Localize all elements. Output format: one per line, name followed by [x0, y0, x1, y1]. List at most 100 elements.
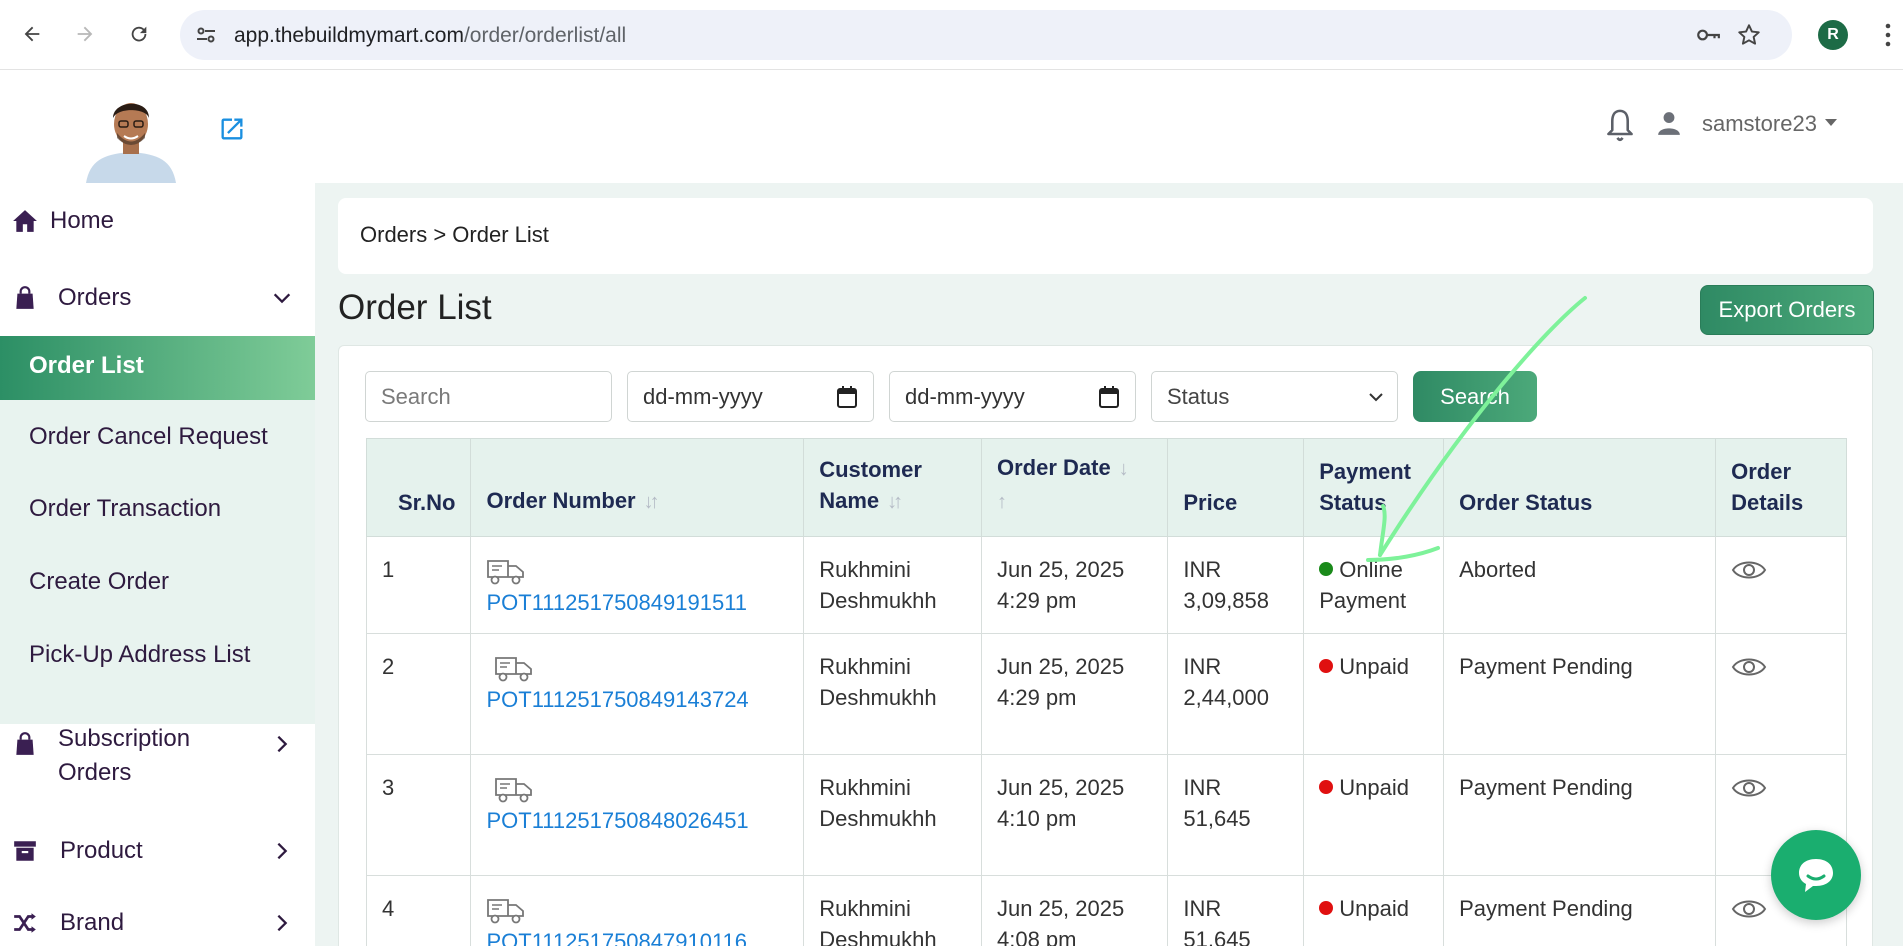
order-number-link[interactable]: POT111251750847910116	[486, 929, 747, 946]
search-input[interactable]: Search	[365, 371, 612, 422]
column-header-label: Order	[1731, 459, 1792, 484]
cell-customer-name: Rukhmini Deshmukhh	[803, 754, 982, 876]
payment-status-label: Online	[1339, 557, 1403, 582]
username-label: samstore23	[1702, 111, 1817, 136]
sidebar-item-subscription-orders[interactable]: Subscription Orders	[0, 721, 315, 791]
sidebar-item-label: Orders	[58, 759, 132, 786]
sort-icon[interactable]: ↓↑	[887, 487, 903, 518]
eye-icon[interactable]	[1731, 653, 1767, 681]
user-menu[interactable]: samstore23	[1702, 111, 1837, 137]
password-key-icon[interactable]	[1695, 22, 1721, 48]
eye-icon[interactable]	[1731, 774, 1767, 802]
chat-button[interactable]	[1771, 830, 1861, 920]
cell-sr: 4	[365, 875, 472, 946]
cell-price: INR 3,09,858	[1167, 536, 1305, 634]
breadcrumb: Orders > Order List	[360, 222, 549, 247]
customer-first-name: Rukhmini	[819, 654, 911, 679]
column-header-label: Status	[1319, 490, 1387, 515]
sort-down-icon[interactable]: ↓	[1119, 454, 1129, 485]
customer-last-name: Deshmukhh	[819, 927, 937, 946]
user-icon[interactable]	[1656, 110, 1682, 136]
arrow-right-icon	[77, 26, 93, 42]
search-button[interactable]: Search	[1413, 371, 1537, 422]
cell-order-status: Aborted	[1443, 536, 1717, 634]
url-text[interactable]: app.thebuildmymart.com/order/orderlist/a…	[234, 24, 626, 48]
page-title: Order List	[338, 288, 492, 327]
site-settings-icon[interactable]	[194, 23, 218, 47]
submenu-item-order-cancel-request[interactable]: Order Cancel Request	[29, 423, 268, 451]
back-button[interactable]	[15, 17, 49, 51]
column-header-payment-status: Payment Status	[1303, 438, 1445, 537]
order-time: 4:10 pm	[997, 806, 1077, 831]
reload-button[interactable]	[122, 17, 156, 51]
table-row: 2 POT111251750849143724 Rukhmini Deshmukh…	[365, 633, 1847, 755]
column-header-order-status: Order Status	[1443, 438, 1717, 537]
sidebar-item-orders[interactable]: Orders	[0, 277, 315, 319]
price-currency: INR	[1183, 557, 1222, 582]
open-external-icon[interactable]	[218, 115, 246, 143]
sort-icon[interactable]: ↓↑	[644, 487, 660, 518]
eye-icon[interactable]	[1731, 895, 1767, 923]
status-dot-icon	[1319, 562, 1334, 577]
export-orders-button[interactable]: Export Orders	[1700, 285, 1874, 335]
truck-icon	[495, 778, 533, 803]
submenu-item-create-order[interactable]: Create Order	[29, 568, 169, 596]
column-header-customer-name[interactable]: Customer Name ↓↑	[803, 438, 982, 537]
truck-icon	[487, 560, 525, 585]
cell-order-status: Payment Pending	[1443, 875, 1717, 946]
address-bar[interactable]: app.thebuildmymart.com/order/orderlist/a…	[180, 10, 1792, 60]
chevron-right-icon	[277, 735, 288, 753]
cell-sr: 1	[365, 536, 472, 634]
chevron-right-icon	[277, 842, 288, 860]
submenu-item-order-list[interactable]: Order List	[0, 336, 315, 400]
calendar-icon[interactable]	[837, 386, 857, 408]
status-dot-icon	[1319, 659, 1334, 674]
bell-icon[interactable]	[1604, 107, 1636, 143]
submenu-item-order-transaction[interactable]: Order Transaction	[29, 495, 221, 523]
calendar-icon[interactable]	[1099, 386, 1119, 408]
table-row: 4 POT111251750847910116 Rukhmini Deshmukh…	[365, 875, 1847, 946]
column-header-label: Order Status	[1459, 490, 1593, 515]
status-select-value: Status	[1167, 383, 1230, 409]
sidebar-item-brand[interactable]: Brand	[0, 903, 315, 943]
breadcrumb-card: Orders > Order List	[338, 198, 1873, 274]
bag-icon	[16, 732, 34, 755]
cell-payment-status: Online Payment	[1303, 536, 1445, 634]
browser-profile-avatar[interactable]: R	[1818, 20, 1848, 50]
order-date: Jun 25, 2025	[997, 896, 1125, 921]
date-to-input[interactable]: dd-mm-yyyy	[889, 371, 1136, 422]
price-amount: INR 51,645	[1183, 896, 1251, 946]
forward-button[interactable]	[68, 17, 102, 51]
customer-first-name: Rukhmini	[819, 557, 911, 582]
cell-order-number: POT111251750849191511	[470, 536, 805, 634]
sort-up-icon[interactable]: ↑	[997, 487, 1007, 518]
eye-icon[interactable]	[1731, 556, 1767, 584]
order-time: 4:29 pm	[997, 685, 1077, 710]
browser-menu-icon[interactable]	[1880, 20, 1896, 50]
order-date: Jun 25, 2025	[997, 557, 1125, 582]
order-number-link[interactable]: POT111251750849143724	[486, 687, 748, 712]
column-header-order-date[interactable]: Order Date ↓ ↑	[980, 438, 1169, 537]
submenu-item-pickup-address-list[interactable]: Pick-Up Address List	[29, 641, 250, 669]
main-content: Orders > Order List Order List Export Or…	[315, 183, 1903, 946]
cell-customer-name: Rukhmini Deshmukhh	[803, 875, 982, 946]
customer-last-name: Deshmukhh	[819, 806, 937, 831]
cell-price: INR 51,645	[1167, 754, 1305, 876]
cell-order-number: POT111251750849143724	[470, 633, 805, 755]
column-header-sr: Sr.No	[365, 438, 472, 537]
date-from-input[interactable]: dd-mm-yyyy	[627, 371, 874, 422]
order-number-link[interactable]: POT111251750849191511	[486, 590, 747, 615]
column-header-label: Payment	[1319, 459, 1411, 484]
column-header-order-number[interactable]: Order Number ↓↑	[470, 438, 805, 537]
shuffle-icon	[14, 913, 36, 933]
sidebar-item-product[interactable]: Product	[0, 831, 315, 871]
order-number-link[interactable]: POT111251750848026451	[486, 808, 748, 833]
order-date: Jun 25, 2025	[997, 654, 1125, 679]
bookmark-star-icon[interactable]	[1736, 22, 1762, 48]
orders-table: Sr.No Order Number ↓↑ Customer Name ↓↑ Orde…	[365, 438, 1847, 946]
sidebar-item-home[interactable]: Home	[0, 201, 315, 241]
arrow-left-icon	[24, 26, 40, 42]
status-select[interactable]: Status	[1151, 371, 1398, 422]
column-header-label: Price	[1183, 490, 1238, 515]
caret-down-icon	[1824, 118, 1837, 126]
